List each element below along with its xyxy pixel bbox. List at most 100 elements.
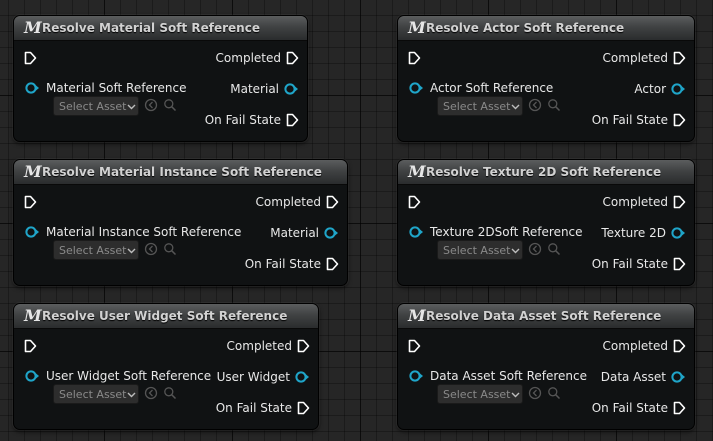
use-selected-asset-icon[interactable] [528, 97, 542, 116]
object-pin-icon[interactable] [25, 369, 40, 383]
node-texture-2d-soft-reference[interactable]: M Resolve Texture 2D Soft Reference Comp… [397, 159, 695, 286]
use-selected-asset-icon[interactable] [144, 385, 158, 404]
browse-magnifier-icon[interactable] [547, 241, 561, 260]
node-actor-soft-reference[interactable]: M Resolve Actor Soft Reference Completed… [397, 15, 695, 142]
soft-reference-input-pin[interactable]: User Widget Soft Reference [25, 369, 211, 383]
completed-exec-output-pin[interactable]: Completed [216, 51, 299, 65]
node-body: Completed Material Soft Reference Select… [14, 41, 307, 141]
on-fail-state-exec-output-pin[interactable]: On Fail State [592, 401, 686, 415]
object-output-pin[interactable]: Actor [634, 82, 686, 96]
node-header[interactable]: M Resolve Texture 2D Soft Reference [398, 160, 694, 185]
object-output-pin[interactable]: Texture 2D [601, 226, 686, 240]
exec-pin-icon[interactable] [286, 51, 299, 65]
exec-pin-icon[interactable] [673, 339, 686, 353]
select-asset-label: Select Asset [443, 387, 511, 401]
exec-input-pin[interactable] [408, 51, 421, 65]
node-data-asset-soft-reference[interactable]: M Resolve Data Asset Soft Reference Comp… [397, 303, 695, 430]
on-fail-state-label: On Fail State [215, 401, 292, 415]
object-output-label: Actor [634, 82, 666, 96]
completed-exec-output-pin[interactable]: Completed [603, 195, 686, 209]
completed-exec-output-pin[interactable]: Completed [603, 339, 686, 353]
use-selected-asset-icon[interactable] [144, 241, 158, 260]
on-fail-state-exec-output-pin[interactable]: On Fail State [205, 113, 299, 127]
on-fail-state-exec-output-pin[interactable]: On Fail State [592, 113, 686, 127]
exec-pin-icon[interactable] [297, 339, 310, 353]
use-selected-asset-icon[interactable] [144, 97, 158, 116]
on-fail-state-exec-output-pin[interactable]: On Fail State [245, 257, 339, 271]
exec-pin-icon[interactable] [408, 195, 421, 209]
exec-pin-icon[interactable] [408, 339, 421, 353]
node-material-soft-reference[interactable]: M Resolve Material Soft Reference Comple… [13, 15, 308, 142]
object-output-pin[interactable]: Material [230, 82, 299, 96]
object-output-pin[interactable]: Data Asset [601, 370, 686, 384]
object-pin-icon[interactable] [284, 82, 299, 96]
exec-input-pin[interactable] [24, 339, 37, 353]
object-pin-icon[interactable] [671, 82, 686, 96]
object-pin-icon[interactable] [25, 81, 40, 95]
select-asset-dropdown[interactable]: Select Asset [437, 240, 523, 260]
exec-pin-icon[interactable] [673, 401, 686, 415]
node-header[interactable]: M Resolve Actor Soft Reference [398, 16, 694, 41]
on-fail-state-exec-output-pin[interactable]: On Fail State [592, 257, 686, 271]
node-header[interactable]: M Resolve Material Instance Soft Referen… [14, 160, 347, 185]
exec-pin-icon[interactable] [408, 51, 421, 65]
node-header[interactable]: M Resolve User Widget Soft Reference [14, 304, 318, 329]
select-asset-dropdown[interactable]: Select Asset [53, 384, 139, 404]
node-material-instance-soft-reference[interactable]: M Resolve Material Instance Soft Referen… [13, 159, 348, 286]
use-selected-asset-icon[interactable] [528, 385, 542, 404]
object-pin-icon[interactable] [671, 370, 686, 384]
exec-pin-icon[interactable] [297, 401, 310, 415]
asset-picker: Select Asset [437, 240, 561, 260]
browse-magnifier-icon[interactable] [163, 97, 177, 116]
object-pin-icon[interactable] [295, 370, 310, 384]
object-output-pin[interactable]: User Widget [217, 370, 310, 384]
browse-magnifier-icon[interactable] [163, 385, 177, 404]
browse-magnifier-icon[interactable] [163, 241, 177, 260]
on-fail-state-label: On Fail State [591, 257, 668, 271]
completed-exec-output-pin[interactable]: Completed [256, 195, 339, 209]
soft-reference-input-pin[interactable]: Texture 2DSoft Reference [409, 225, 583, 239]
object-output-pin[interactable]: Material [270, 226, 339, 240]
browse-magnifier-icon[interactable] [547, 385, 561, 404]
select-asset-dropdown[interactable]: Select Asset [53, 96, 139, 116]
use-selected-asset-icon[interactable] [528, 241, 542, 260]
exec-input-pin[interactable] [24, 195, 37, 209]
soft-reference-input-pin[interactable]: Material Instance Soft Reference [25, 225, 241, 239]
select-asset-dropdown[interactable]: Select Asset [437, 96, 523, 116]
object-pin-icon[interactable] [409, 369, 424, 383]
soft-reference-input-pin[interactable]: Data Asset Soft Reference [409, 369, 587, 383]
object-pin-icon[interactable] [324, 226, 339, 240]
exec-pin-icon[interactable] [673, 257, 686, 271]
node-title: Resolve User Widget Soft Reference [42, 309, 288, 323]
completed-exec-output-pin[interactable]: Completed [227, 339, 310, 353]
node-header[interactable]: M Resolve Data Asset Soft Reference [398, 304, 694, 329]
object-pin-icon[interactable] [25, 225, 40, 239]
node-body: Completed Data Asset Soft Reference Sele… [398, 329, 694, 429]
node-header[interactable]: M Resolve Material Soft Reference [14, 16, 307, 41]
exec-input-pin[interactable] [24, 51, 37, 65]
object-pin-icon[interactable] [409, 225, 424, 239]
exec-pin-icon[interactable] [24, 51, 37, 65]
exec-pin-icon[interactable] [326, 257, 339, 271]
soft-reference-input-pin[interactable]: Material Soft Reference [25, 81, 186, 95]
exec-pin-icon[interactable] [673, 113, 686, 127]
node-user-widget-soft-reference[interactable]: M Resolve User Widget Soft Reference Com… [13, 303, 319, 430]
completed-exec-output-pin[interactable]: Completed [603, 51, 686, 65]
select-asset-label: Select Asset [443, 243, 511, 257]
exec-pin-icon[interactable] [673, 195, 686, 209]
exec-pin-icon[interactable] [326, 195, 339, 209]
browse-magnifier-icon[interactable] [547, 97, 561, 116]
exec-pin-icon[interactable] [24, 339, 37, 353]
exec-pin-icon[interactable] [286, 113, 299, 127]
exec-pin-icon[interactable] [24, 195, 37, 209]
select-asset-dropdown[interactable]: Select Asset [437, 384, 523, 404]
object-output-label: Data Asset [600, 370, 666, 384]
object-pin-icon[interactable] [671, 226, 686, 240]
on-fail-state-exec-output-pin[interactable]: On Fail State [216, 401, 310, 415]
exec-input-pin[interactable] [408, 339, 421, 353]
select-asset-dropdown[interactable]: Select Asset [53, 240, 139, 260]
object-pin-icon[interactable] [409, 81, 424, 95]
soft-reference-input-pin[interactable]: Actor Soft Reference [409, 81, 553, 95]
exec-input-pin[interactable] [408, 195, 421, 209]
exec-pin-icon[interactable] [673, 51, 686, 65]
